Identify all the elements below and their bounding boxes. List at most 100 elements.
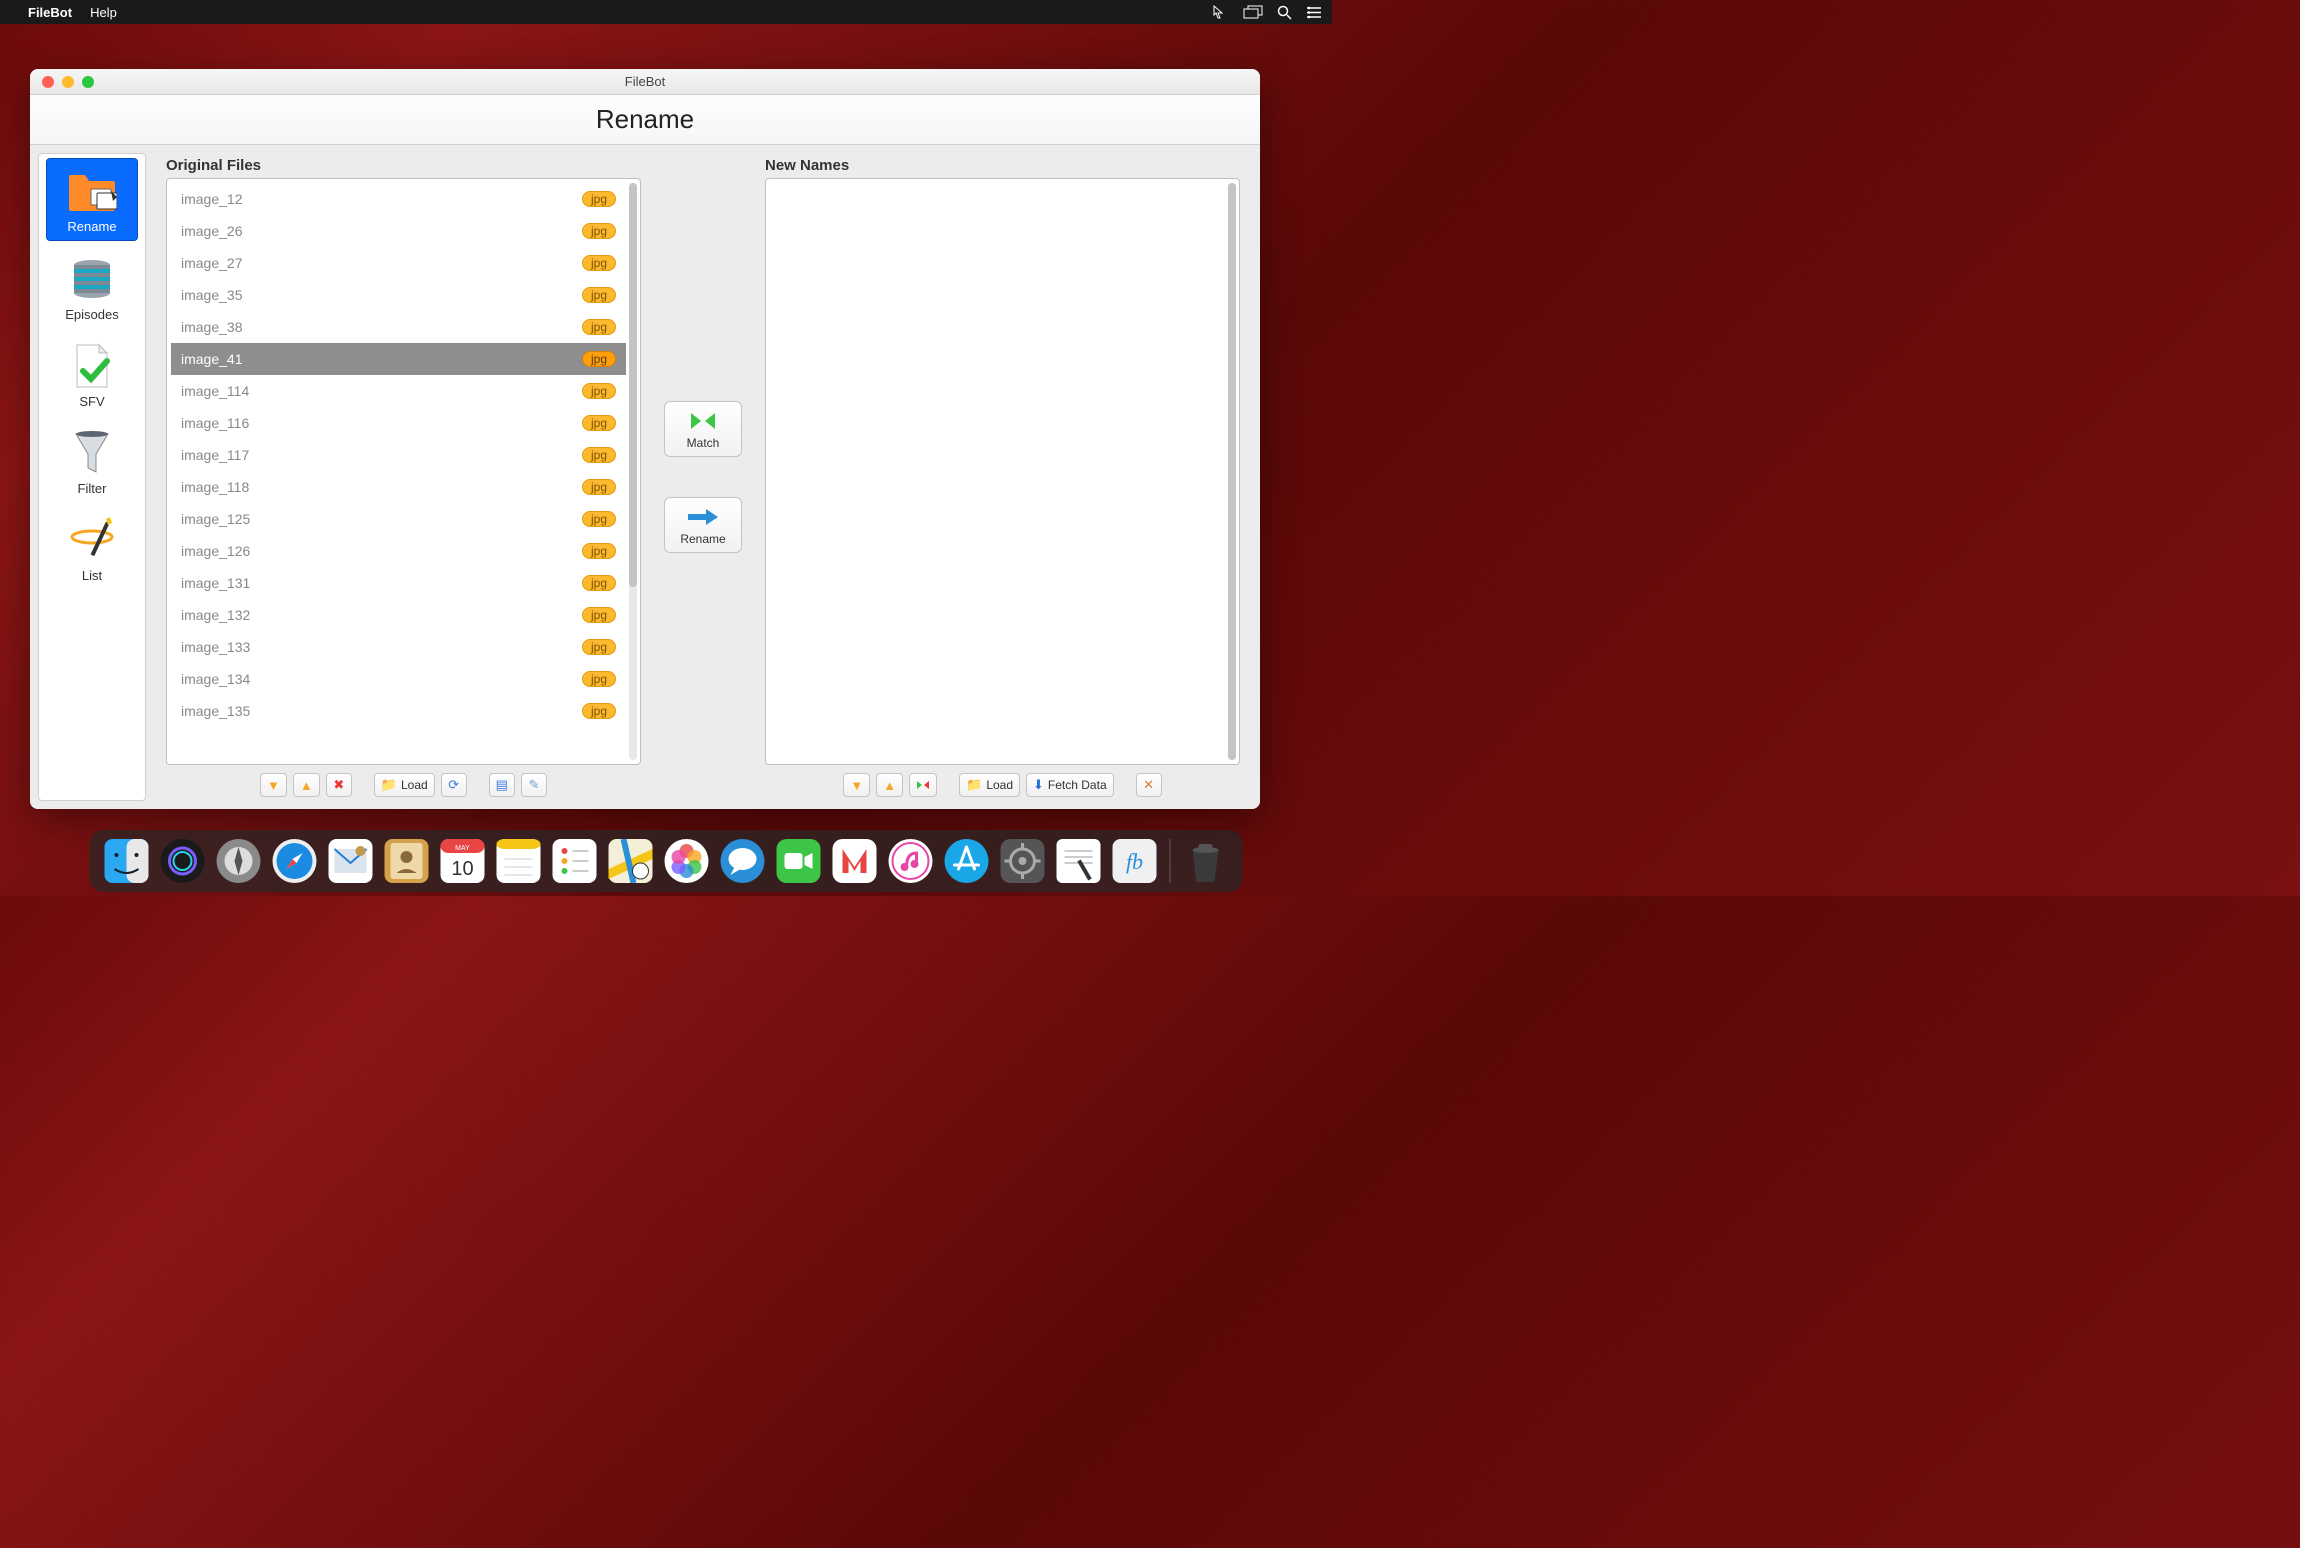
dock-news[interactable]	[832, 838, 878, 884]
remove-button[interactable]: ✖	[326, 773, 352, 797]
file-row[interactable]: image_131jpg	[171, 567, 626, 599]
new-names-label: New Names	[765, 157, 1240, 174]
script-icon: ✎	[529, 777, 540, 793]
move-up-button[interactable]: ▲	[293, 773, 320, 797]
file-row[interactable]: image_118jpg	[171, 471, 626, 503]
file-name: image_132	[181, 607, 582, 623]
script-button[interactable]: ✎	[521, 773, 547, 797]
file-row[interactable]: image_12jpg	[171, 183, 626, 215]
svg-text:MAY: MAY	[455, 845, 470, 852]
file-name: image_135	[181, 703, 582, 719]
scrollbar-thumb[interactable]	[1228, 183, 1236, 760]
fetch-data-button[interactable]: ⬇Fetch Data	[1026, 773, 1114, 797]
file-row[interactable]: image_134jpg	[171, 663, 626, 695]
dock-facetime[interactable]	[776, 838, 822, 884]
sidebar-item-label: SFV	[48, 394, 136, 409]
dock-launchpad[interactable]	[216, 838, 262, 884]
dock: MAY 10 fb	[90, 830, 1243, 892]
file-row[interactable]: image_116jpg	[171, 407, 626, 439]
load-new-button[interactable]: 📁 Load	[959, 773, 1020, 797]
file-row[interactable]: image_125jpg	[171, 503, 626, 535]
match-label: Match	[669, 436, 737, 450]
dock-messages[interactable]	[720, 838, 766, 884]
dock-finder[interactable]	[104, 838, 150, 884]
window-zoom-button[interactable]	[82, 76, 94, 88]
dock-appstore[interactable]	[944, 838, 990, 884]
scrollbar-thumb[interactable]	[629, 183, 637, 587]
sidebar-item-label: Filter	[48, 481, 136, 496]
file-ext-badge: jpg	[582, 223, 616, 239]
dock-safari[interactable]	[272, 838, 318, 884]
dock-preferences[interactable]	[1000, 838, 1046, 884]
folder-icon: 📁	[966, 777, 982, 793]
dock-calendar[interactable]: MAY 10	[440, 838, 486, 884]
file-name: image_116	[181, 415, 582, 431]
dock-textedit[interactable]	[1056, 838, 1102, 884]
move-down-button[interactable]: ▼	[843, 773, 870, 797]
sidebar: Rename Episodes SFV Filter	[38, 153, 146, 801]
header-panel: Rename	[30, 95, 1260, 145]
dock-trash[interactable]	[1183, 838, 1229, 884]
notifications-icon[interactable]	[1306, 6, 1322, 19]
sidebar-item-filter[interactable]: Filter	[46, 421, 138, 502]
rename-button[interactable]: Rename	[664, 497, 742, 553]
file-row[interactable]: image_117jpg	[171, 439, 626, 471]
match-button[interactable]: Match	[664, 401, 742, 457]
move-up-button[interactable]: ▲	[876, 773, 903, 797]
file-ext-badge: jpg	[582, 415, 616, 431]
swap-button[interactable]	[909, 773, 937, 797]
arrow-down-icon: ▼	[850, 778, 863, 793]
file-ext-badge: jpg	[582, 671, 616, 687]
dock-notes[interactable]	[496, 838, 542, 884]
file-name: image_117	[181, 447, 582, 463]
screen-mirror-icon[interactable]	[1243, 5, 1263, 19]
load-original-button[interactable]: 📁Load	[374, 773, 435, 797]
dock-maps[interactable]	[608, 838, 654, 884]
history-button[interactable]: ▤	[489, 773, 515, 797]
tools-icon: ✕	[1143, 777, 1154, 793]
dock-siri[interactable]	[160, 838, 206, 884]
file-row[interactable]: image_126jpg	[171, 535, 626, 567]
menu-help[interactable]: Help	[90, 5, 117, 20]
sidebar-item-list[interactable]: List	[46, 508, 138, 589]
spotlight-icon[interactable]	[1277, 5, 1292, 20]
dock-reminders[interactable]	[552, 838, 598, 884]
main-area: Original Files image_12jpgimage_26jpgima…	[154, 145, 1260, 809]
file-row[interactable]: image_38jpg	[171, 311, 626, 343]
move-down-button[interactable]: ▼	[260, 773, 287, 797]
file-row[interactable]: image_133jpg	[171, 631, 626, 663]
file-row[interactable]: image_132jpg	[171, 599, 626, 631]
file-name: image_133	[181, 639, 582, 655]
app-menu[interactable]: FileBot	[28, 5, 72, 20]
dock-photos[interactable]	[664, 838, 710, 884]
scrollbar[interactable]	[629, 183, 637, 760]
svg-text:10: 10	[451, 858, 473, 880]
new-names-list[interactable]	[765, 178, 1240, 765]
titlebar[interactable]: FileBot	[30, 69, 1260, 95]
sidebar-item-sfv[interactable]: SFV	[46, 334, 138, 415]
file-row[interactable]: image_41jpg	[171, 343, 626, 375]
original-files-list[interactable]: image_12jpgimage_26jpgimage_27jpgimage_3…	[166, 178, 641, 765]
file-row[interactable]: image_35jpg	[171, 279, 626, 311]
file-ext-badge: jpg	[582, 543, 616, 559]
sidebar-item-rename[interactable]: Rename	[46, 158, 138, 241]
settings-button[interactable]: ✕	[1136, 773, 1162, 797]
dock-itunes[interactable]	[888, 838, 934, 884]
cursor-icon[interactable]	[1213, 5, 1229, 19]
new-names-panel: New Names ▼ ▲ 📁 Load ⬇Fetch Data ✕	[765, 157, 1240, 797]
file-row[interactable]: image_114jpg	[171, 375, 626, 407]
scrollbar[interactable]	[1228, 183, 1236, 760]
file-row[interactable]: image_135jpg	[171, 695, 626, 727]
file-ext-badge: jpg	[582, 383, 616, 399]
load-label: Load	[986, 778, 1013, 792]
window-close-button[interactable]	[42, 76, 54, 88]
refresh-button[interactable]: ⟳	[441, 773, 467, 797]
file-row[interactable]: image_26jpg	[171, 215, 626, 247]
file-row[interactable]: image_27jpg	[171, 247, 626, 279]
dock-filebot[interactable]: fb	[1112, 838, 1158, 884]
window-minimize-button[interactable]	[62, 76, 74, 88]
dock-mail[interactable]	[328, 838, 374, 884]
sidebar-item-episodes[interactable]: Episodes	[46, 247, 138, 328]
folder-icon: 📁	[381, 777, 397, 793]
dock-contacts[interactable]	[384, 838, 430, 884]
